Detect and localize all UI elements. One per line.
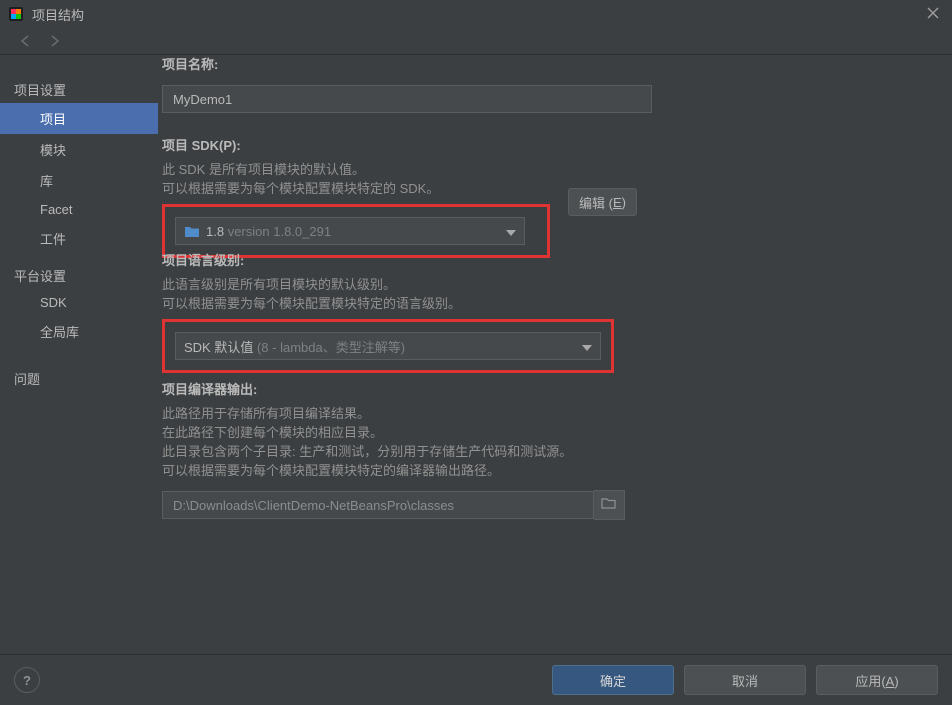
sidebar-item-modules[interactable]: 模块 — [0, 134, 158, 165]
apply-text: 应用( — [855, 674, 885, 689]
project-sdk-select[interactable]: 1.8 version 1.8.0_291 — [175, 217, 525, 245]
sidebar-item-artifacts[interactable]: 工件 — [0, 223, 158, 254]
edit-btn-text: 编辑 ( — [579, 193, 613, 212]
question-icon: ? — [23, 673, 31, 688]
button-bar: ? 确定 取消 应用(A) — [0, 654, 952, 705]
lang-highlight: SDK 默认值 (8 - lambda、类型注解等) — [162, 319, 614, 373]
out-desc-4: 可以根据需要为每个模块配置模块特定的编译器输出路径。 — [162, 461, 932, 480]
language-level-select[interactable]: SDK 默认值 (8 - lambda、类型注解等) — [175, 332, 601, 360]
project-name-input[interactable]: MyDemo1 — [162, 85, 652, 113]
window-title: 项目结构 — [32, 5, 944, 24]
chevron-down-icon — [506, 224, 516, 239]
sidebar-item-global-libraries[interactable]: 全局库 — [0, 316, 158, 347]
sidebar: 项目设置 项目 模块 库 Facet 工件 平台设置 SDK 全局库 问题 — [0, 54, 158, 655]
browse-output-button[interactable] — [594, 490, 625, 520]
lang-desc-1: 此语言级别是所有项目模块的默认级别。 — [162, 275, 932, 294]
project-name-value: MyDemo1 — [173, 92, 232, 107]
edit-btn-mnemonic: E — [613, 195, 622, 210]
lang-value-prefix: SDK 默认值 — [184, 340, 253, 355]
folder-open-icon — [601, 497, 617, 513]
project-name-label: 项目名称: — [162, 54, 932, 73]
project-sdk-label: 项目 SDK(P): — [162, 135, 932, 154]
lang-value-suffix: (8 - lambda、类型注解等) — [257, 340, 405, 355]
compiler-output-value: D:\Downloads\ClientDemo-NetBeansPro\clas… — [173, 498, 454, 513]
cancel-button[interactable]: 取消 — [684, 665, 806, 695]
sdk-desc-1: 此 SDK 是所有项目模块的默认值。 — [162, 160, 932, 179]
compiler-output-label: 项目编译器输出: — [162, 379, 932, 398]
sidebar-section-project-settings: 项目设置 — [0, 76, 158, 103]
apply-close: ) — [894, 674, 898, 689]
close-icon[interactable] — [926, 6, 942, 22]
project-structure-window: 项目结构 项目设置 项目 模块 库 Facet 工 — [0, 0, 952, 705]
cancel-label: 取消 — [732, 671, 758, 690]
ok-label: 确定 — [600, 671, 626, 690]
lang-desc-2: 可以根据需要为每个模块配置模块特定的语言级别。 — [162, 294, 932, 313]
content-panel: 项目名称: MyDemo1 项目 SDK(P): 此 SDK 是所有项目模块的默… — [158, 54, 952, 655]
compiler-output-input[interactable]: D:\Downloads\ClientDemo-NetBeansPro\clas… — [162, 491, 594, 519]
sidebar-item-libraries[interactable]: 库 — [0, 165, 158, 196]
edit-btn-close: ) — [622, 195, 626, 210]
out-desc-3: 此目录包含两个子目录: 生产和测试，分别用于存储生产代码和测试源。 — [162, 442, 932, 461]
sidebar-item-project[interactable]: 项目 — [0, 103, 158, 134]
sidebar-item-sdks[interactable]: SDK — [0, 289, 158, 316]
sdk-desc-2: 可以根据需要为每个模块配置模块特定的 SDK。 — [162, 179, 932, 198]
help-button[interactable]: ? — [14, 667, 40, 693]
sdk-value-prefix: 1.8 — [206, 224, 224, 239]
sdk-value-suffix: version 1.8.0_291 — [228, 224, 331, 239]
app-icon — [8, 6, 24, 22]
back-icon[interactable] — [18, 33, 34, 49]
chevron-down-icon — [582, 339, 592, 354]
language-level-label: 项目语言级别: — [162, 250, 932, 269]
folder-icon — [184, 225, 198, 237]
apply-button[interactable]: 应用(A) — [816, 665, 938, 695]
title-bar: 项目结构 — [0, 0, 952, 28]
forward-icon[interactable] — [46, 33, 62, 49]
ok-button[interactable]: 确定 — [552, 665, 674, 695]
nav-row — [0, 28, 952, 55]
out-desc-2: 在此路径下创建每个模块的相应目录。 — [162, 423, 932, 442]
edit-sdk-button[interactable]: 编辑 (E) — [568, 188, 637, 216]
sidebar-section-platform-settings: 平台设置 — [0, 262, 158, 289]
sidebar-item-problems[interactable]: 问题 — [0, 363, 158, 394]
sidebar-item-facets[interactable]: Facet — [0, 196, 158, 223]
out-desc-1: 此路径用于存储所有项目编译结果。 — [162, 404, 932, 423]
